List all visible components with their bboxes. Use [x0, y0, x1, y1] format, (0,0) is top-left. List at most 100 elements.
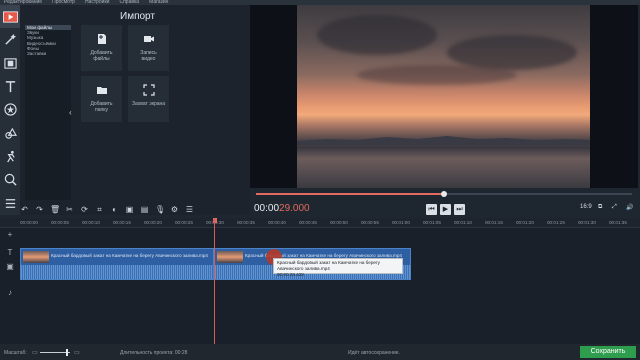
- ruler-tick: 00:00:55: [361, 220, 379, 225]
- record-video-label: Запись видео: [140, 50, 157, 62]
- clip-thumbnail: [23, 251, 49, 263]
- left-toolbar: [0, 5, 20, 215]
- ruler-tick: 00:01:00: [392, 220, 410, 225]
- zoom-in-icon[interactable]: ▭: [74, 349, 80, 356]
- project-duration: Длительность проекта: 00:28: [120, 350, 188, 356]
- progress-knob[interactable]: [441, 191, 447, 197]
- save-button[interactable]: Сохранить: [580, 346, 636, 358]
- ruler-tick: 00:00:45: [299, 220, 317, 225]
- video-preview: [250, 5, 638, 188]
- playback-controls: 00:0029.000 ⏮ ▶ ⏭ 16:9 ⧉ ⤢ 🔊: [250, 198, 638, 218]
- star-icon: [3, 103, 17, 117]
- skip-forward-icon: ⏭: [456, 206, 463, 213]
- shapes-icon: [4, 127, 17, 139]
- ruler-tick: 00:00:15: [113, 220, 131, 225]
- ruler-tick: 00:01:15: [485, 220, 503, 225]
- delete-icon[interactable]: 🗑: [50, 205, 60, 214]
- clip-title: Красный бардовый закат на Камчатке на бе…: [51, 253, 208, 258]
- screen-capture-tile[interactable]: Захват экрана: [128, 76, 169, 122]
- import-panel: Импорт Мои файлы Звуки Музыка Видеосъёмк…: [20, 5, 250, 215]
- ruler-tick: 00:01:05: [423, 220, 441, 225]
- next-button[interactable]: ⏭: [454, 204, 465, 215]
- playhead-line[interactable]: [214, 218, 215, 344]
- clip-tooltip: Красный бардовый закат на Камчатке на бе…: [273, 258, 403, 277]
- undo-icon[interactable]: ↶: [20, 205, 29, 214]
- progress-fill: [256, 193, 444, 195]
- autosave-status: Идёт автосохранение.: [348, 350, 400, 356]
- previous-button[interactable]: ⏮: [426, 204, 437, 215]
- running-icon: [6, 151, 15, 163]
- folder-icon: [96, 87, 107, 94]
- status-bar: Масштаб: ▭ ▭ Длительность проекта: 00:28…: [0, 344, 640, 360]
- edit-toolbar: ↶ ↷ 🗑 ✂ ⟳ ⌗ ◐ ▣ ▤ 🎙 ⚙ ☰: [0, 200, 250, 218]
- screen-capture-icon: [142, 84, 155, 96]
- ruler-tick: 00:01:25: [547, 220, 565, 225]
- color-icon[interactable]: ◐: [110, 205, 119, 214]
- category-intros[interactable]: Заставки: [25, 51, 71, 56]
- ruler-tick: 00:01:35: [609, 220, 627, 225]
- skip-back-icon: ⏮: [428, 206, 435, 213]
- ruler-tick: 00:01:20: [516, 220, 534, 225]
- stickers-tool[interactable]: [0, 98, 20, 121]
- ruler-tick: 00:00:00: [20, 220, 38, 225]
- timeline: 00:00:00 00:00:05 00:00:10 00:00:15 00:00:20…: [0, 218, 640, 344]
- ruler-tick: 00:00:50: [330, 220, 348, 225]
- aspect-ratio-select[interactable]: 16:9: [580, 204, 592, 210]
- play-icon: ▶: [442, 206, 449, 213]
- time-ruler[interactable]: 00:00:00 00:00:05 00:00:10 00:00:15 00:00:20…: [0, 218, 640, 228]
- magic-wand-icon: [4, 34, 16, 46]
- preview-progress[interactable]: [256, 191, 632, 197]
- microphone-icon[interactable]: 🎙: [155, 205, 165, 214]
- magic-tool[interactable]: [0, 28, 20, 51]
- tooltip-time: 00:00:29.428: [277, 272, 304, 277]
- titles-tool[interactable]: [0, 75, 20, 98]
- ruler-tick: 00:00:25: [175, 220, 193, 225]
- highlight-icon[interactable]: ▣: [125, 205, 134, 214]
- volume-icon[interactable]: 🔊: [626, 204, 633, 211]
- snapshot-icon[interactable]: ⧉: [598, 204, 602, 211]
- ruler-tick: 00:00:20: [144, 220, 162, 225]
- play-button[interactable]: ▶: [440, 204, 451, 215]
- filters-tool[interactable]: [0, 52, 20, 75]
- video-clip-1[interactable]: Красный бардовый закат на Камчатке на бе…: [20, 248, 214, 280]
- motion-tool[interactable]: [0, 145, 20, 168]
- zoom-tool[interactable]: [0, 168, 20, 191]
- timecode: 00:0029.000: [254, 203, 310, 214]
- magnifier-icon: [4, 174, 17, 187]
- zoom-label: Масштаб:: [4, 350, 27, 356]
- import-title: Импорт: [120, 11, 155, 22]
- add-track-icon[interactable]: +: [0, 230, 20, 239]
- redo-icon[interactable]: ↷: [35, 205, 44, 214]
- ruler-tick: 00:00:10: [82, 220, 100, 225]
- record-video-tile[interactable]: Запись видео: [128, 25, 169, 71]
- timecode-total: 29.000: [279, 203, 310, 214]
- fullscreen-icon[interactable]: ⤢: [612, 204, 617, 211]
- rotate-icon[interactable]: ⟳: [80, 205, 89, 214]
- text-icon: [5, 81, 15, 93]
- ruler-tick: 00:01:30: [578, 220, 596, 225]
- cut-icon[interactable]: ✂: [65, 205, 74, 214]
- category-list: Мои файлы Звуки Музыка Видеосъёмки Фоны …: [25, 25, 71, 200]
- zoom-out-icon[interactable]: ▭: [32, 349, 38, 356]
- add-files-tile[interactable]: Добавить файлы: [81, 25, 122, 71]
- ruler-tick: 00:01:10: [454, 220, 472, 225]
- music-track-icon: ♪: [8, 288, 12, 297]
- equalizer-icon[interactable]: ☰: [185, 205, 194, 214]
- camera-icon: [143, 36, 154, 42]
- transitions-tool[interactable]: [0, 122, 20, 145]
- collapse-panel-icon[interactable]: ‹: [69, 108, 72, 117]
- tooltip-title: Красный бардовый закат на Камчатке на бе…: [277, 260, 380, 271]
- audio-waveform: [21, 265, 213, 279]
- add-folder-label: Добавить папку: [90, 101, 113, 113]
- crop-icon[interactable]: ⌗: [95, 205, 104, 214]
- ruler-tick: 00:00:05: [51, 220, 69, 225]
- film-icon: [3, 58, 17, 69]
- gear-icon[interactable]: ⚙: [170, 205, 179, 214]
- ruler-tick: 00:00:35: [237, 220, 255, 225]
- screen-capture-label: Захват экрана: [131, 101, 166, 107]
- import-tool[interactable]: [0, 5, 20, 29]
- zoom-slider-knob[interactable]: [66, 349, 68, 356]
- image-icon[interactable]: ▤: [140, 205, 149, 214]
- add-files-label: Добавить файлы: [90, 50, 113, 62]
- add-folder-tile[interactable]: Добавить папку: [81, 76, 122, 122]
